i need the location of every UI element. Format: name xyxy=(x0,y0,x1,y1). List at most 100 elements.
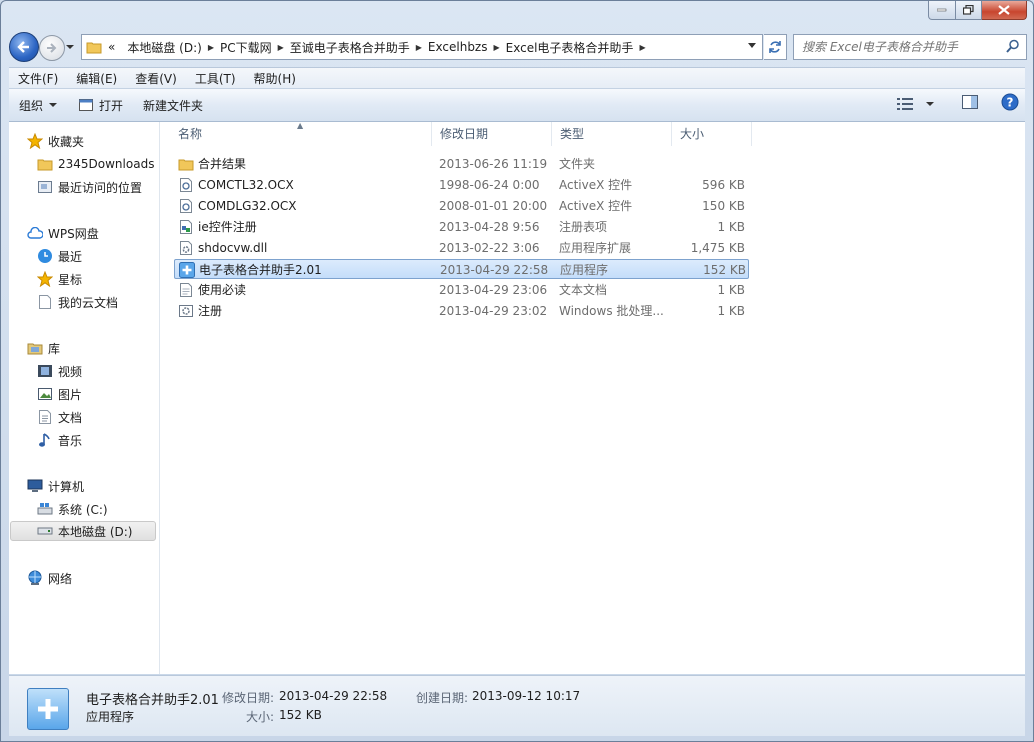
column-date-label: 修改日期 xyxy=(440,127,489,141)
address-history-chevron-icon[interactable] xyxy=(747,42,757,50)
minimize-button[interactable] xyxy=(928,1,956,20)
file-date: 2013-02-22 3:06 xyxy=(439,241,540,255)
nav-music[interactable]: 音乐 xyxy=(37,430,82,450)
file-row[interactable]: 使用必读 2013-04-29 23:06 文本文档 1 KB xyxy=(174,280,749,300)
menu-view[interactable]: 查看(V) xyxy=(126,70,186,87)
close-button[interactable] xyxy=(982,1,1027,20)
organize-label: 组织 xyxy=(19,98,44,113)
nav-favorites[interactable]: 收藏夹 xyxy=(27,131,84,151)
nav-wps-drive[interactable]: WPS网盘 xyxy=(27,223,99,243)
search-icon[interactable] xyxy=(1006,39,1020,53)
nav-label: 库 xyxy=(48,341,61,356)
nav-drive-c[interactable]: 系统 (C:) xyxy=(37,499,108,519)
nav-downloads[interactable]: 2345Downloads xyxy=(37,154,154,174)
nav-computer[interactable]: 计算机 xyxy=(27,476,84,496)
file-row[interactable]: COMCTL32.OCX 1998-06-24 0:00 ActiveX 控件 … xyxy=(174,175,749,195)
computer-icon xyxy=(27,478,43,494)
details-size-label: 大小: xyxy=(246,710,275,724)
nav-label: WPS网盘 xyxy=(48,226,99,241)
system-drive-icon xyxy=(37,501,53,517)
nav-recent-places[interactable]: 最近访问的位置 xyxy=(37,177,142,197)
file-type: 文本文档 xyxy=(559,283,608,297)
refresh-icon xyxy=(769,41,781,53)
nav-label: 本地磁盘 (D:) xyxy=(58,524,133,539)
nav-label: 图片 xyxy=(58,387,83,402)
menu-tools[interactable]: 工具(T) xyxy=(186,70,245,87)
file-list: 名称 ▲ 修改日期 类型 大小 合并结果 2013-06-26 11:19 文件… xyxy=(160,121,1025,674)
column-size[interactable]: 大小 xyxy=(672,122,752,146)
file-date: 2013-04-28 9:56 xyxy=(439,220,540,234)
caption-buttons xyxy=(928,1,1027,20)
open-label: 打开 xyxy=(99,98,124,113)
clock-icon xyxy=(37,248,53,264)
nav-videos[interactable]: 视频 xyxy=(37,361,82,381)
nav-label: 2345Downloads xyxy=(58,157,155,171)
column-headers: 名称 ▲ 修改日期 类型 大小 xyxy=(160,121,760,146)
file-row[interactable]: 合并结果 2013-06-26 11:19 文件夹 xyxy=(174,154,749,174)
breadcrumb-pcdownload[interactable]: PC下载网 xyxy=(214,39,278,56)
breadcrumb-overflow[interactable]: « xyxy=(102,40,121,54)
file-size: 150 KB xyxy=(702,199,745,213)
file-name: COMCTL32.OCX xyxy=(198,178,294,192)
file-row[interactable]: 注册 2013-04-29 23:02 Windows 批处理... 1 KB xyxy=(174,301,749,321)
nav-label: 网络 xyxy=(48,571,73,586)
file-row[interactable]: COMDLG32.OCX 2008-01-01 20:00 ActiveX 控件… xyxy=(174,196,749,216)
nav-pictures[interactable]: 图片 xyxy=(37,384,82,404)
close-icon xyxy=(998,5,1010,15)
file-row-selected[interactable]: 电子表格合并助手2.01 2013-04-29 22:58 应用程序 152 K… xyxy=(174,259,749,279)
menu-edit[interactable]: 编辑(E) xyxy=(67,70,126,87)
network-icon xyxy=(27,570,43,586)
nav-label: 计算机 xyxy=(48,479,85,494)
nav-label: 我的云文档 xyxy=(58,295,119,310)
file-size: 1 KB xyxy=(717,304,745,318)
restore-icon xyxy=(963,5,974,15)
nav-libraries[interactable]: 库 xyxy=(27,338,60,358)
new-folder-button[interactable]: 新建文件夹 xyxy=(133,93,213,117)
column-date-modified[interactable]: 修改日期 xyxy=(432,122,552,146)
search-box[interactable] xyxy=(793,34,1027,60)
column-type[interactable]: 类型 xyxy=(552,122,672,146)
file-size: 1 KB xyxy=(717,283,745,297)
column-type-label: 类型 xyxy=(560,127,585,141)
breadcrumb-zhicheng[interactable]: 至诚电子表格合并助手 xyxy=(284,39,416,56)
menu-help[interactable]: 帮助(H) xyxy=(245,70,305,87)
nav-wps-cloud-docs[interactable]: 我的云文档 xyxy=(37,292,118,312)
search-input[interactable] xyxy=(800,39,1004,55)
nav-label: 星标 xyxy=(58,272,83,287)
nav-drive-d[interactable]: 本地磁盘 (D:) xyxy=(10,521,156,541)
help-button[interactable]: ? xyxy=(1001,93,1019,114)
menu-file[interactable]: 文件(F) xyxy=(9,70,67,87)
library-icon xyxy=(27,340,43,356)
back-button[interactable] xyxy=(9,32,39,62)
breadcrumb-drive-d[interactable]: 本地磁盘 (D:) xyxy=(121,39,207,56)
file-row[interactable]: shdocvw.dll 2013-02-22 3:06 应用程序扩展 1,475… xyxy=(174,238,749,258)
preview-pane-button[interactable] xyxy=(961,94,979,113)
file-type: ActiveX 控件 xyxy=(559,178,633,192)
nav-documents[interactable]: 文档 xyxy=(37,407,82,427)
nav-wps-starred[interactable]: 星标 xyxy=(37,269,82,289)
details-modified-value: 2013-04-29 22:58 xyxy=(279,689,388,703)
file-size: 152 KB xyxy=(703,263,746,277)
nav-wps-recent[interactable]: 最近 xyxy=(37,246,82,266)
column-size-label: 大小 xyxy=(680,127,705,141)
maximize-button[interactable] xyxy=(956,1,982,20)
refresh-button[interactable] xyxy=(764,34,787,60)
dll-icon xyxy=(180,241,192,255)
breadcrumb-excelhbzs[interactable]: Excelhbzs xyxy=(422,40,494,54)
breadcrumb-arrow-icon[interactable]: ▶ xyxy=(639,43,645,52)
folder-icon xyxy=(37,156,53,172)
nav-label: 音乐 xyxy=(58,433,83,448)
recent-pages-chevron-icon[interactable] xyxy=(65,42,75,52)
nav-network[interactable]: 网络 xyxy=(27,568,72,588)
open-button[interactable]: 打开 xyxy=(68,93,133,117)
cloud-icon xyxy=(27,225,43,241)
recent-places-icon xyxy=(37,179,53,195)
breadcrumb-current-folder[interactable]: Excel电子表格合并助手 xyxy=(500,39,640,56)
details-file-type: 应用程序 xyxy=(86,710,135,724)
organize-button[interactable]: 组织 xyxy=(9,93,68,117)
address-bar[interactable]: « 本地磁盘 (D:) ▶ PC下载网 ▶ 至诚电子表格合并助手 ▶ Excel… xyxy=(81,34,763,60)
file-row[interactable]: ie控件注册 2013-04-28 9:56 注册表项 1 KB xyxy=(174,217,749,237)
forward-button[interactable] xyxy=(39,35,65,61)
file-date: 2008-01-01 20:00 xyxy=(439,199,548,213)
change-view-button[interactable] xyxy=(897,97,935,111)
